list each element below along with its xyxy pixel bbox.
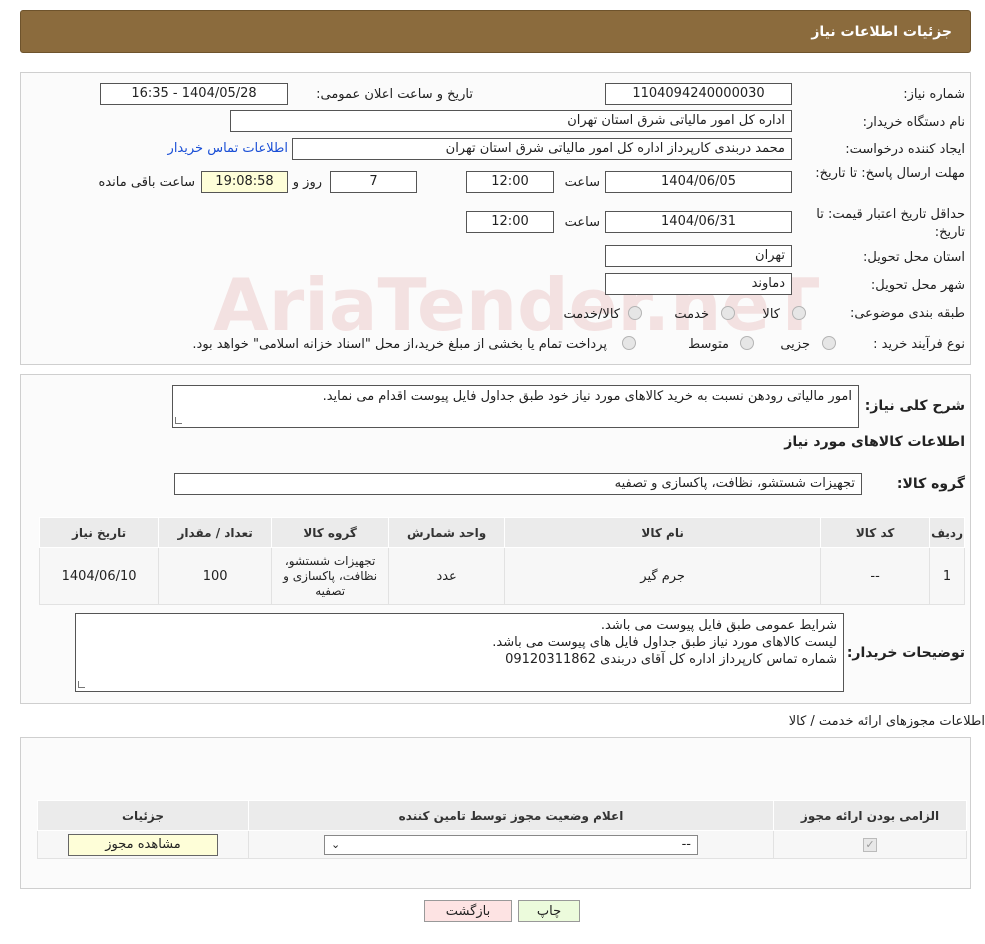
validity-time-field: 12:00 <box>466 211 554 233</box>
table-row: 1 -- جرم گیر عدد تجهیزات شستشو، نظافت، پ… <box>38 547 965 605</box>
print-button[interactable]: چاپ <box>518 900 580 922</box>
category-option-goods-service: کالا/خدمت <box>563 307 620 322</box>
city-label: شهر محل تحویل: <box>870 278 965 293</box>
licenses-table: الزامی بودن ارائه مجوز اعلام وضعیت مجوز … <box>37 800 967 859</box>
process-note: پرداخت تمام یا بخشی از مبلغ خرید،از محل … <box>192 337 607 352</box>
col-row: ردیف <box>929 517 965 548</box>
process-label: نوع فرآیند خرید : <box>873 337 965 352</box>
resize-handle-icon <box>78 681 85 688</box>
chevron-down-icon: ⌄ <box>331 838 341 851</box>
cell-qty: 100 <box>158 547 273 605</box>
cell-name: جرم گیر <box>504 547 822 605</box>
category-option-service: خدمت <box>674 307 709 322</box>
cell-code: -- <box>820 547 931 605</box>
buyer-notes-line: شرایط عمومی طبق فایل پیوست می باشد. <box>600 618 837 633</box>
category-radio-service[interactable] <box>721 306 735 320</box>
city-field: دماوند <box>605 273 792 295</box>
buyer-notes-label: توضیحات خریدار: <box>846 645 965 661</box>
summary-textarea: امور مالیاتی رودهن نسبت به خرید کالاهای … <box>172 385 859 428</box>
buyer-org-field: اداره کل امور مالیاتی شرق استان تهران <box>230 110 792 132</box>
cell-row: 1 <box>929 547 965 605</box>
col-date: تاریخ نیاز <box>38 517 160 548</box>
col-name: نام کالا <box>504 517 822 548</box>
validity-date-field: 1404/06/31 <box>605 211 792 233</box>
summary-label: شرح کلی نیاز: <box>864 398 965 414</box>
back-button[interactable]: بازگشت <box>424 900 512 922</box>
table-row: ✓ -- ⌄ مشاهده مجوز <box>37 830 967 859</box>
category-radio-goods[interactable] <box>792 306 806 320</box>
need-number-field: 1104094240000030 <box>605 83 792 105</box>
creator-label: ایجاد کننده درخواست: <box>845 142 965 157</box>
cell-group: تجهیزات شستشو، نظافت، پاکسازی و تصفیه <box>271 547 390 605</box>
goods-group-label: گروه کالا: <box>896 476 965 492</box>
process-radio-minor[interactable] <box>822 336 836 350</box>
col-unit: واحد شمارش <box>388 517 506 548</box>
col-group: گروه کالا <box>271 517 390 548</box>
cell-license-required: ✓ <box>773 830 967 859</box>
license-status-value: -- <box>681 837 691 852</box>
creator-field: محمد دربندی کارپرداز اداره کل امور مالیا… <box>292 138 792 160</box>
buyer-notes-line: لیست کالاهای مورد نیاز طبق جداول فایل ها… <box>492 635 837 650</box>
buyer-contact-link[interactable]: اطلاعات تماس خریدار <box>168 141 288 156</box>
cell-unit: عدد <box>388 547 506 605</box>
category-label: طبقه بندی موضوعی: <box>849 306 965 321</box>
license-status-select[interactable]: -- ⌄ <box>324 834 698 855</box>
licenses-table-wrap: الزامی بودن ارائه مجوز اعلام وضعیت مجوز … <box>37 800 967 860</box>
province-label: استان محل تحویل: <box>863 250 965 265</box>
view-license-button[interactable]: مشاهده مجوز <box>68 833 218 856</box>
cell-date: 1404/06/10 <box>38 547 160 605</box>
col-license-required: الزامی بودن ارائه مجوز <box>773 800 967 831</box>
deadline-date-field: 1404/06/05 <box>605 171 792 193</box>
need-number-label: شماره نیاز: <box>903 87 965 102</box>
announce-label: تاریخ و ساعت اعلان عمومی: <box>316 87 473 102</box>
page-title-bar: جزئیات اطلاعات نیاز <box>20 10 971 53</box>
col-license-status: اعلام وضعیت مجوز توسط تامین کننده <box>248 800 774 831</box>
buyer-notes-line: شماره تماس کارپرداز اداره کل آقای دربندی… <box>505 652 837 667</box>
validity-time-label: ساعت <box>564 215 600 230</box>
deadline-label: مهلت ارسال پاسخ: تا تاریخ: <box>815 166 965 181</box>
remaining-label: ساعت باقی مانده <box>98 175 195 190</box>
province-field: تهران <box>605 245 792 267</box>
col-qty: تعداد / مقدار <box>158 517 273 548</box>
resize-handle-icon <box>175 417 182 424</box>
goods-table: ردیف کد کالا نام کالا واحد شمارش گروه کا… <box>38 517 965 605</box>
deadline-time-label: ساعت <box>564 175 600 190</box>
validity-label: حداقل تاریخ اعتبار قیمت: تا تاریخ: <box>816 207 965 240</box>
remaining-time-field: 19:08:58 <box>201 171 288 193</box>
goods-table-wrap: ردیف کد کالا نام کالا واحد شمارش گروه کا… <box>38 517 965 606</box>
process-option-medium: متوسط <box>688 337 729 352</box>
process-option-minor: جزیی <box>780 337 810 352</box>
process-radio-medium[interactable] <box>740 336 754 350</box>
goods-info-title: اطلاعات کالاهای مورد نیاز <box>784 434 965 450</box>
process-radio-treasury[interactable] <box>622 336 636 350</box>
col-code: کد کالا <box>820 517 931 548</box>
category-radio-goods-service[interactable] <box>628 306 642 320</box>
page-title: جزئیات اطلاعات نیاز <box>811 23 952 40</box>
licenses-title: اطلاعات مجوزهای ارائه خدمت / کالا <box>788 714 985 729</box>
required-checkbox[interactable]: ✓ <box>863 837 877 852</box>
col-license-details: جزئیات <box>37 800 249 831</box>
category-option-goods: کالا <box>762 307 780 322</box>
goods-group-field: تجهیزات شستشو، نظافت، پاکسازی و تصفیه <box>174 473 862 495</box>
summary-text: امور مالیاتی رودهن نسبت به خرید کالاهای … <box>322 389 852 404</box>
deadline-time-field: 12:00 <box>466 171 554 193</box>
announce-field: 1404/05/28 - 16:35 <box>100 83 288 105</box>
buyer-notes-textarea: شرایط عمومی طبق فایل پیوست می باشد. لیست… <box>75 613 844 692</box>
days-field: 7 <box>330 171 417 193</box>
days-label: روز و <box>292 175 322 190</box>
cell-license-status: -- ⌄ <box>248 830 774 859</box>
cell-license-details: مشاهده مجوز <box>37 830 249 859</box>
buyer-org-label: نام دستگاه خریدار: <box>862 115 965 130</box>
